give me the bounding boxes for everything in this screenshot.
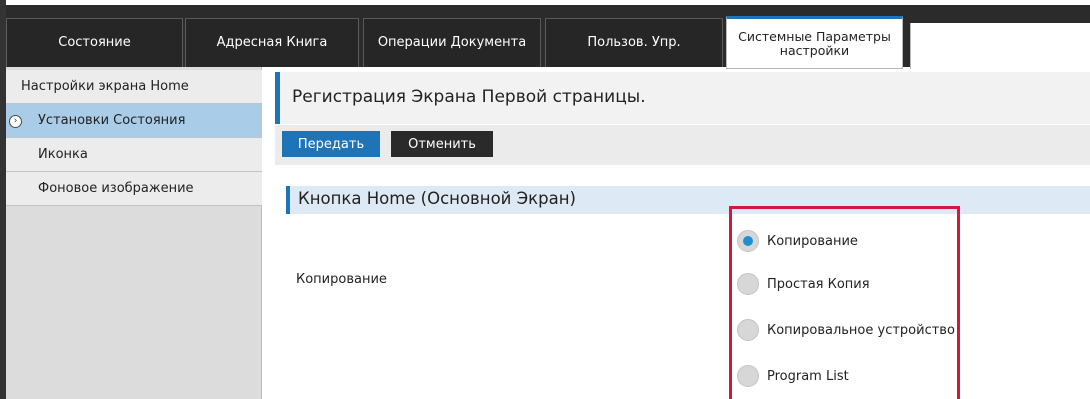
tab-system-settings-label: Системные Параметры настройки (738, 30, 891, 56)
page-title: Регистрация Экрана Первой страницы. (292, 87, 646, 107)
cancel-button[interactable]: Отменить (391, 131, 493, 157)
radio-option-copy[interactable]: Копирование (737, 229, 858, 253)
radio-button[interactable] (737, 273, 759, 295)
chevron-right-icon: › (9, 115, 22, 128)
sidebar-item-label: Иконка (38, 147, 88, 162)
tab-system-settings-line2: настройки (779, 42, 850, 58)
tab-document-operations[interactable]: Операции Документа (363, 18, 541, 67)
radio-option-simple-copy[interactable]: Простая Копия (737, 272, 870, 296)
section-header: Кнопка Home (Основной Экран) (286, 186, 1090, 214)
main-tab-bar: Состояние Адресная Книга Операции Докуме… (6, 5, 1090, 69)
radio-option-label: Простая Копия (767, 276, 870, 292)
radio-button[interactable] (737, 319, 759, 341)
tab-address-book-label: Адресная Книга (216, 35, 328, 51)
sidebar: Настройки экрана Home › Установки Состоя… (6, 67, 262, 399)
send-button[interactable]: Передать (282, 131, 380, 157)
sidebar-item-icon[interactable]: Иконка (6, 138, 262, 172)
sidebar-item-status-settings[interactable]: › Установки Состояния (6, 104, 262, 138)
radio-option-copier[interactable]: Копировальное устройство (737, 318, 955, 342)
tab-status-label: Состояние (58, 35, 131, 51)
radio-option-label: Program List (767, 368, 849, 384)
sidebar-item-background-image[interactable]: Фоновое изображение (6, 172, 262, 206)
tab-bar-filler (910, 23, 1090, 69)
tab-user-control-label: Пользов. Упр. (587, 35, 681, 51)
sidebar-item-home-screen-settings[interactable]: Настройки экрана Home (6, 70, 262, 104)
tab-status[interactable]: Состояние (6, 18, 183, 67)
radio-option-label: Копировальное устройство (767, 322, 955, 338)
action-toolbar: Передать Отменить (275, 125, 1090, 165)
page-header: Регистрация Экрана Первой страницы. (275, 72, 1090, 124)
sidebar-item-label: Настройки экрана Home (21, 79, 189, 94)
radio-option-program-list[interactable]: Program List (737, 364, 849, 388)
radio-button-checked[interactable] (737, 230, 759, 252)
sidebar-item-label: Установки Состояния (38, 113, 186, 128)
tab-system-settings[interactable]: Системные Параметры настройки (726, 16, 903, 69)
tab-user-control[interactable]: Пользов. Упр. (545, 18, 723, 67)
radio-option-label: Копирование (767, 233, 858, 249)
tab-address-book[interactable]: Адресная Книга (185, 18, 359, 67)
radio-button[interactable] (737, 365, 759, 387)
field-label-copy: Копирование (296, 272, 387, 287)
sidebar-item-label: Фоновое изображение (38, 181, 194, 196)
section-title: Кнопка Home (Основной Экран) (298, 189, 576, 208)
tab-document-operations-label: Операции Документа (377, 35, 527, 51)
